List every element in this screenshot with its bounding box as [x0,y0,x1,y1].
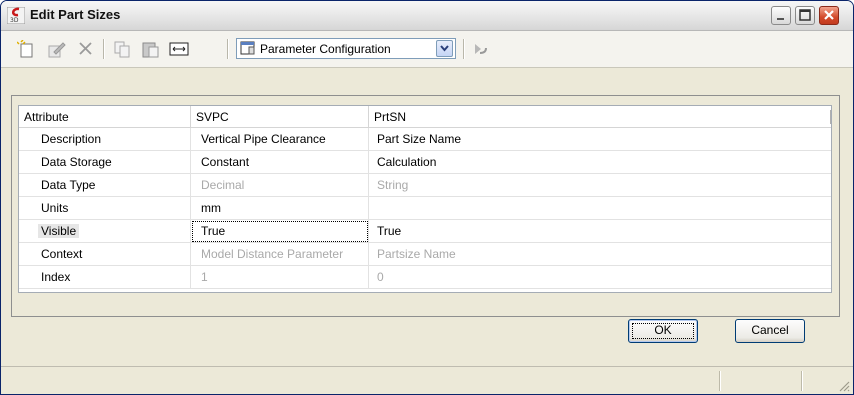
svpc-cell[interactable]: Decimal [191,174,369,197]
configuration-dropdown[interactable]: Parameter Configuration [236,38,456,59]
status-separator [719,371,721,391]
attribute-cell[interactable]: Data Type [19,174,191,197]
table-row: Data Storage Constant Calculation [19,151,831,174]
resize-grip-icon[interactable] [838,380,850,392]
prtsn-cell[interactable] [369,197,831,220]
table-row: Index 1 0 [19,266,831,289]
attribute-cell[interactable]: Units [19,197,191,220]
attribute-cell[interactable]: Description [19,128,191,151]
close-icon [824,10,834,20]
svg-text:3D: 3D [10,17,19,24]
edit-icon[interactable] [47,40,67,58]
svpc-cell[interactable]: Constant [191,151,369,174]
table-row: Visible True True [19,220,831,243]
attribute-cell-selected[interactable]: Visible [19,220,191,243]
toolbar-separator [463,39,465,59]
window-title: Edit Part Sizes [30,7,121,22]
title-bar[interactable]: 3D Edit Part Sizes [1,1,853,31]
table-row: Units mm [19,197,831,220]
prtsn-cell[interactable]: Calculation [369,151,831,174]
table-row: Description Vertical Pipe Clearance Part… [19,128,831,151]
header-divider [830,110,831,124]
delete-icon[interactable] [76,40,96,58]
status-separator [801,371,803,391]
parameter-configuration-icon [240,41,255,55]
edit-part-sizes-dialog: 3D Edit Part Sizes Parameter Configurati… [0,0,854,395]
maximize-button[interactable] [795,6,815,25]
chevron-down-icon [440,45,449,52]
prtsn-cell[interactable]: Partsize Name [369,243,831,266]
prtsn-cell[interactable]: Part Size Name [369,128,831,151]
cancel-button[interactable]: Cancel [735,319,805,343]
close-button[interactable] [819,6,839,25]
toolbar-separator [227,39,229,59]
svpc-cell[interactable]: 1 [191,266,369,289]
ok-button[interactable]: OK [628,319,698,343]
maximize-icon [799,9,811,21]
status-bar [1,366,853,394]
undo-icon[interactable] [470,40,490,58]
column-header-prtsn[interactable]: PrtSN [369,106,831,128]
attribute-cell[interactable]: Data Storage [19,151,191,174]
dropdown-button[interactable] [436,40,453,57]
column-header-svpc[interactable]: SVPC [191,106,369,128]
copy-icon[interactable] [112,40,132,58]
svpc-cell[interactable]: Model Distance Parameter [191,243,369,266]
toolbar: Parameter Configuration [1,31,853,68]
table-row: Data Type Decimal String [19,174,831,197]
minimize-button[interactable] [771,6,791,25]
toolbar-separator [103,39,105,59]
attribute-cell[interactable]: Context [19,243,191,266]
configuration-value: Parameter Configuration [260,42,391,56]
svpc-cell[interactable]: mm [191,197,369,220]
attribute-cell[interactable]: Index [19,266,191,289]
svpc-cell[interactable]: Vertical Pipe Clearance [191,128,369,151]
new-row-icon[interactable] [17,40,37,58]
prtsn-cell[interactable]: True [369,220,831,243]
app-3d-icon: 3D [7,7,25,24]
minimize-icon [777,18,784,20]
attributes-grid: Attribute SVPC PrtSN Description Vertica… [18,105,832,293]
paste-icon[interactable] [141,40,161,58]
svpc-cell-focused[interactable]: True [191,220,369,243]
column-header-attribute[interactable]: Attribute [19,106,191,128]
prtsn-cell[interactable]: String [369,174,831,197]
resize-columns-icon[interactable] [169,40,189,58]
prtsn-cell[interactable]: 0 [369,266,831,289]
table-row: Context Model Distance Parameter Partsiz… [19,243,831,266]
